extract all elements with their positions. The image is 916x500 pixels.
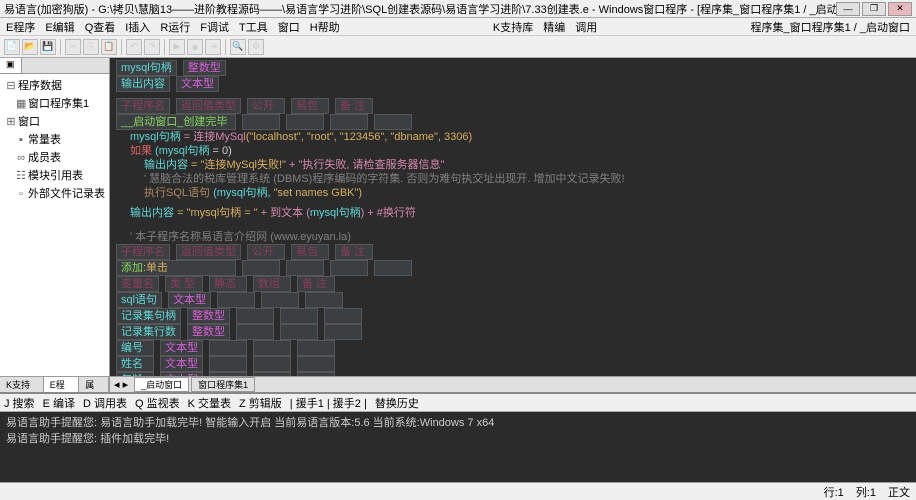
tree-item-window[interactable]: ⊞窗口: [2, 112, 107, 130]
module-icon: ▦: [16, 97, 26, 110]
sidebar-top-tabs: ▣: [0, 58, 109, 74]
btool-watch[interactable]: Q 监视表: [135, 395, 180, 411]
member-icon: ∞: [16, 152, 26, 164]
menu-call[interactable]: 调用: [573, 19, 599, 35]
const-icon: ▪: [16, 134, 26, 146]
tool-paste-icon[interactable]: 📋: [101, 39, 117, 55]
menu-compile[interactable]: 精编: [541, 19, 567, 35]
sidebar: ▣ ⊟程序数据 ▦窗口程序集1 ⊞窗口 ▪常量表 ∞成员表 ☷模块引用表 ▫外部…: [0, 58, 110, 392]
menu-support[interactable]: K支持库: [491, 19, 535, 35]
tool-undo-icon[interactable]: ↶: [126, 39, 142, 55]
menu-edit[interactable]: E编辑: [43, 19, 76, 35]
btool-history[interactable]: 替换历史: [375, 395, 419, 411]
sidebar-btab-support[interactable]: K支持库: [0, 377, 44, 392]
tool-step-icon[interactable]: ⇥: [205, 39, 221, 55]
var-type: 文本型: [176, 76, 219, 92]
code-editor[interactable]: mysql句柄整数型 输出内容文本型 子程序名返回值类型公开易包备 注 __启动…: [110, 58, 916, 376]
sidebar-tab-1[interactable]: ▣: [0, 58, 22, 73]
ref-icon: ☷: [16, 169, 26, 182]
btool-calltable[interactable]: D 调用表: [83, 395, 127, 411]
menu-debug[interactable]: F调试: [198, 19, 231, 35]
menu-program[interactable]: E程序: [4, 19, 37, 35]
var-name: mysql句柄: [116, 60, 177, 76]
output-line: 易语言助手提醒您: 易语言助手加载完毕! 智能输入开启 当前易语言版本:5.6 …: [6, 414, 910, 430]
tool-new-icon[interactable]: 📄: [4, 39, 20, 55]
btool-help[interactable]: | 援手1 | 援手2 |: [290, 395, 367, 411]
sub-header-row: 子程序名返回值类型公开易包备 注: [116, 98, 910, 114]
maximize-button[interactable]: ❐: [862, 2, 886, 16]
menu-help[interactable]: H帮助: [308, 19, 342, 35]
folder-icon: ⊟: [6, 79, 16, 92]
sidebar-bottom-tabs: K支持库 E程序 属性: [0, 376, 109, 392]
output-console[interactable]: 易语言助手提醒您: 易语言助手加载完毕! 智能输入开启 当前易语言版本:5.6 …: [0, 412, 916, 482]
comment: ' 慧脑合法的税库管理系统 (DBMS)程序编码的字符集. 否则为难句执交址出现…: [116, 172, 910, 186]
tree-item-external[interactable]: ▫外部文件记录表: [2, 184, 107, 202]
menu-window[interactable]: 窗口: [276, 19, 302, 35]
editor-tabs: ◂ ▸ _启动窗口 窗口程序集1: [110, 376, 916, 392]
comment: ' 本子程序名称易语言介绍网 (www.eyuyan.la): [116, 230, 910, 244]
statusbar: 行:1 列:1 正文: [0, 482, 916, 500]
menubar: E程序 E编辑 Q查看 I插入 R运行 F调试 T工具 窗口 H帮助 K支持库 …: [0, 18, 916, 36]
tool-redo-icon[interactable]: ↷: [144, 39, 160, 55]
btool-search[interactable]: J 搜索: [4, 395, 35, 411]
var-row: 编号文本型: [116, 340, 910, 356]
btool-clip[interactable]: Z 剪辑版: [239, 395, 282, 411]
tool-copy-icon[interactable]: ⎘: [83, 39, 99, 55]
bottom-panel: J 搜索 E 编译 D 调用表 Q 监视表 K 交量表 Z 剪辑版 | 援手1 …: [0, 392, 916, 482]
editor-tab-startup[interactable]: _启动窗口: [134, 377, 189, 392]
menu-run[interactable]: R运行: [158, 19, 192, 35]
window-controls: — ❐ ✕: [836, 2, 912, 16]
editor-pane: mysql句柄整数型 输出内容文本型 子程序名返回值类型公开易包备 注 __启动…: [110, 58, 916, 392]
tool-settings-icon[interactable]: ⚙: [248, 39, 264, 55]
toolbar: 📄 📂 💾 ✂ ⎘ 📋 ↶ ↷ ▶ ■ ⇥ 🔍 ⚙: [0, 36, 916, 58]
main-area: ▣ ⊟程序数据 ▦窗口程序集1 ⊞窗口 ▪常量表 ∞成员表 ☷模块引用表 ▫外部…: [0, 58, 916, 392]
close-button[interactable]: ✕: [888, 2, 912, 16]
tree-item-moduleref[interactable]: ☷模块引用表: [2, 166, 107, 184]
btool-compile[interactable]: E 编译: [43, 395, 75, 411]
tool-cut-icon[interactable]: ✂: [65, 39, 81, 55]
tree-root[interactable]: ⊟程序数据: [2, 76, 107, 94]
btool-vars[interactable]: K 交量表: [188, 395, 231, 411]
menu-insert[interactable]: I插入: [123, 19, 152, 35]
editor-tab-winset[interactable]: 窗口程序集1: [191, 377, 255, 392]
menu-tools[interactable]: T工具: [237, 19, 270, 35]
tool-search-icon[interactable]: 🔍: [230, 39, 246, 55]
status-col: 列:1: [856, 484, 876, 500]
window-title: 易语言(加密狗版) - G:\拷贝\慧脑13——进阶教程源码——\易语言学习进阶…: [4, 1, 836, 17]
var-row: sql语句文本型: [116, 292, 910, 308]
tool-save-icon[interactable]: 💾: [40, 39, 56, 55]
bottom-toolbar: J 搜索 E 编译 D 调用表 Q 监视表 K 交量表 Z 剪辑版 | 援手1 …: [0, 394, 916, 412]
var-row: 年龄文本型: [116, 372, 910, 376]
var-header-row: 变量名类 型静态数组备 注: [116, 276, 910, 292]
tree-item-member[interactable]: ∞成员表: [2, 148, 107, 166]
var-row: 记录集句柄整数型: [116, 308, 910, 324]
tool-run-icon[interactable]: ▶: [169, 39, 185, 55]
tree-item-winset[interactable]: ▦窗口程序集1: [2, 94, 107, 112]
output-line: 易语言助手提醒您: 插件加载完毕!: [6, 430, 910, 446]
status-mode: 正文: [888, 484, 910, 500]
expand-icon: ⊞: [6, 115, 16, 128]
var-row: 记录集行数整数型: [116, 324, 910, 340]
sub-name: __启动窗口_创建完毕: [116, 114, 236, 130]
file-icon: ▫: [16, 188, 26, 200]
breadcrumb: 程序集_窗口程序集1 / _启动窗口: [748, 19, 912, 35]
menu-view[interactable]: Q查看: [83, 19, 118, 35]
tool-open-icon[interactable]: 📂: [22, 39, 38, 55]
var-row: 姓名文本型: [116, 356, 910, 372]
sub-header-row: 子程序名返回值类型公开易包备 注: [116, 244, 910, 260]
window-titlebar: 易语言(加密狗版) - G:\拷贝\慧脑13——进阶教程源码——\易语言学习进阶…: [0, 0, 916, 18]
sidebar-btab-program[interactable]: E程序: [44, 377, 79, 392]
sidebar-btab-props[interactable]: 属性: [79, 377, 109, 392]
minimize-button[interactable]: —: [836, 2, 860, 16]
tool-stop-icon[interactable]: ■: [187, 39, 203, 55]
status-line: 行:1: [824, 484, 844, 500]
var-name: 输出内容: [116, 76, 170, 92]
project-tree: ⊟程序数据 ▦窗口程序集1 ⊞窗口 ▪常量表 ∞成员表 ☷模块引用表 ▫外部文件…: [0, 74, 109, 376]
tree-item-const[interactable]: ▪常量表: [2, 130, 107, 148]
var-type: 整数型: [183, 60, 226, 76]
